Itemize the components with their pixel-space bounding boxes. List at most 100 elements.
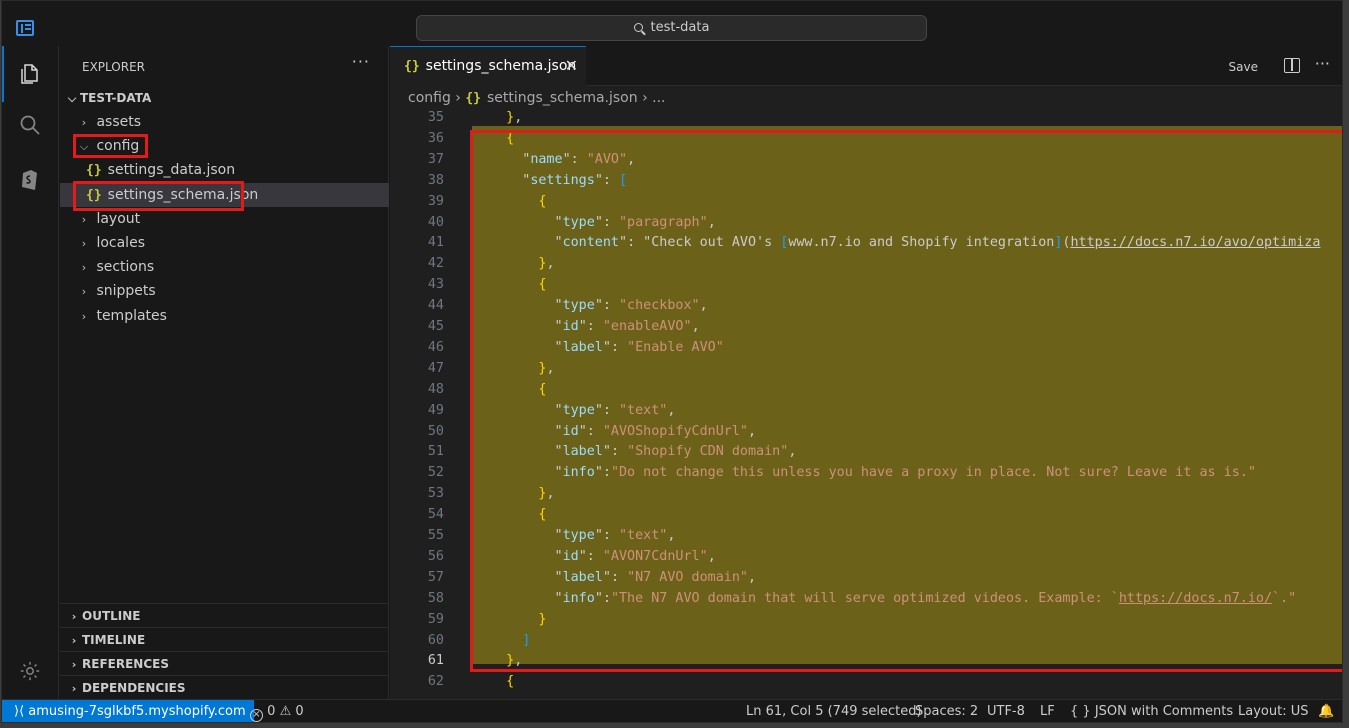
folder-label: templates bbox=[96, 308, 167, 324]
file-label: settings_data.json bbox=[107, 162, 236, 178]
breadcrumb-folder[interactable]: config bbox=[408, 90, 451, 106]
line-number: 57 bbox=[427, 569, 444, 585]
line-number: 56 bbox=[427, 548, 444, 564]
remote-indicator[interactable]: ⟩⟨ amusing-7sglkbf5.myshopify.com bbox=[2, 700, 254, 722]
folder-templates[interactable]: › templates bbox=[60, 304, 389, 328]
activity-bar bbox=[2, 46, 59, 699]
section-label: TIMELINE bbox=[82, 633, 146, 647]
breadcrumb: config › {} settings_schema.json › ... bbox=[408, 86, 666, 110]
chevron-right-icon: › bbox=[642, 90, 653, 106]
section-dependencies[interactable]: › DEPENDENCIES bbox=[60, 675, 389, 699]
folder-label: locales bbox=[96, 235, 145, 251]
code-text: { bbox=[506, 674, 515, 690]
line-number: 53 bbox=[427, 486, 444, 502]
section-references[interactable]: › REFERENCES bbox=[60, 651, 389, 675]
more-actions-icon[interactable]: ··· bbox=[352, 52, 370, 71]
problems-indicator[interactable]: × 0 ⚠ 0 bbox=[250, 700, 304, 722]
line-number: 48 bbox=[427, 381, 444, 397]
chevron-right-icon: › bbox=[455, 90, 466, 106]
line-number: 62 bbox=[427, 674, 444, 690]
tab-settings-schema[interactable]: {} settings_schema.json ✕ bbox=[390, 46, 586, 86]
search-icon[interactable] bbox=[15, 110, 45, 140]
chevron-right-icon: › bbox=[81, 261, 87, 274]
folder-label: sections bbox=[96, 259, 155, 275]
language-mode[interactable]: { } JSON with Comments bbox=[1070, 700, 1233, 722]
line-number: 54 bbox=[427, 507, 444, 523]
active-indicator bbox=[2, 46, 4, 102]
chevron-right-icon: › bbox=[81, 285, 87, 298]
save-button[interactable]: Save bbox=[1229, 60, 1258, 74]
folder-snippets[interactable]: › snippets bbox=[60, 279, 389, 303]
chevron-right-icon: › bbox=[81, 213, 87, 226]
section-label: OUTLINE bbox=[82, 609, 141, 623]
line-number: 50 bbox=[427, 423, 444, 439]
line-number: 45 bbox=[427, 319, 444, 334]
folder-label: assets bbox=[96, 114, 142, 130]
highlight-config bbox=[73, 134, 148, 158]
line-number: 58 bbox=[427, 590, 444, 606]
folder-assets[interactable]: › assets bbox=[60, 110, 389, 134]
shopify-icon[interactable] bbox=[15, 164, 45, 194]
json-file-icon: {} bbox=[465, 91, 482, 106]
folder-sections[interactable]: › sections bbox=[60, 255, 389, 279]
line-number: 55 bbox=[427, 528, 444, 543]
encoding[interactable]: UTF-8 bbox=[987, 700, 1025, 722]
code-text: }, bbox=[506, 111, 523, 125]
title-bar: test-data bbox=[2, 10, 1342, 46]
chevron-right-icon: › bbox=[71, 610, 77, 623]
workspace-root-label: TEST-DATA bbox=[80, 91, 152, 105]
vscode-layout-icon[interactable] bbox=[16, 20, 34, 36]
code-line[interactable]: 35 }, bbox=[390, 111, 1342, 128]
section-label: DEPENDENCIES bbox=[82, 681, 186, 695]
file-settings-data[interactable]: {} settings_data.json bbox=[60, 158, 389, 182]
warning-icon: ⚠ bbox=[279, 704, 292, 719]
line-number: 49 bbox=[427, 402, 444, 418]
workspace-root[interactable]: ⌵ TEST-DATA bbox=[60, 86, 389, 110]
highlight-settings-schema bbox=[73, 181, 244, 211]
chevron-right-icon: › bbox=[71, 658, 77, 671]
line-number: 41 bbox=[427, 235, 444, 251]
tab-bar: {} settings_schema.json ✕ Save ··· bbox=[390, 46, 1342, 86]
section-timeline[interactable]: › TIMELINE bbox=[60, 627, 389, 651]
braces-icon: { } bbox=[1070, 704, 1095, 719]
search-icon bbox=[633, 23, 643, 32]
line-number: 46 bbox=[427, 339, 444, 355]
split-editor-icon[interactable] bbox=[1284, 58, 1300, 73]
line-number: 52 bbox=[427, 465, 444, 481]
line-number: 42 bbox=[427, 256, 444, 272]
command-center-search[interactable]: test-data bbox=[416, 15, 927, 41]
chevron-down-icon: ⌵ bbox=[67, 92, 77, 105]
line-number: 47 bbox=[427, 360, 444, 376]
line-ending[interactable]: LF bbox=[1040, 700, 1055, 722]
gear-icon[interactable] bbox=[15, 656, 45, 686]
line-number: 59 bbox=[427, 611, 444, 627]
explorer-icon[interactable] bbox=[15, 59, 45, 89]
json-file-icon: {} bbox=[404, 59, 420, 74]
line-number: 39 bbox=[427, 193, 444, 209]
close-icon[interactable]: ✕ bbox=[565, 47, 578, 85]
json-file-icon: {} bbox=[86, 163, 102, 178]
line-number: 40 bbox=[427, 214, 444, 230]
error-icon: × bbox=[250, 709, 263, 722]
cursor-position[interactable]: Ln 61, Col 5 (749 selected) bbox=[746, 700, 922, 722]
line-number: 51 bbox=[427, 444, 444, 460]
line-number: 43 bbox=[427, 277, 444, 293]
remote-icon: ⟩⟨ bbox=[14, 704, 29, 719]
chevron-right-icon: › bbox=[71, 682, 77, 695]
breadcrumb-rest[interactable]: ... bbox=[652, 90, 665, 106]
section-label: REFERENCES bbox=[82, 657, 169, 671]
more-actions-icon[interactable]: ··· bbox=[1315, 54, 1330, 73]
code-line[interactable]: 62 { bbox=[390, 671, 1342, 692]
tab-label: settings_schema.json bbox=[425, 58, 577, 74]
folder-locales[interactable]: › locales bbox=[60, 231, 389, 255]
line-number: 37 bbox=[427, 151, 444, 167]
explorer-title: EXPLORER bbox=[82, 60, 145, 74]
keyboard-layout[interactable]: Layout: US bbox=[1238, 700, 1308, 722]
error-count: 0 bbox=[267, 704, 276, 719]
section-outline[interactable]: › OUTLINE bbox=[60, 603, 389, 627]
line-number: 38 bbox=[427, 172, 444, 188]
indentation[interactable]: Spaces: 2 bbox=[915, 700, 978, 722]
notifications-icon[interactable]: 🔔 bbox=[1318, 700, 1334, 722]
line-number: 60 bbox=[427, 632, 444, 648]
breadcrumb-file[interactable]: settings_schema.json bbox=[487, 90, 638, 106]
